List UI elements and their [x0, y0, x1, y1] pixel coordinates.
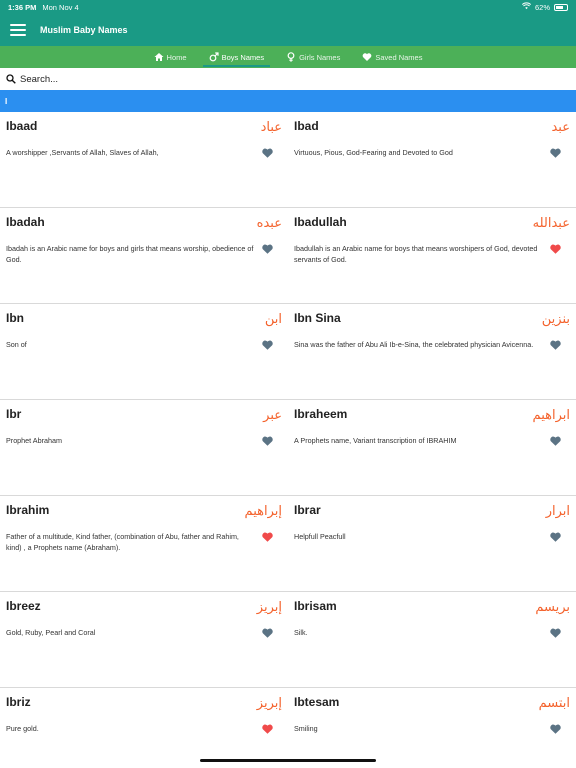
hamburger-menu-icon[interactable] [10, 24, 26, 36]
heart-icon[interactable] [549, 339, 562, 351]
heart-icon[interactable] [261, 435, 274, 447]
name-title: Ibrar [294, 503, 321, 517]
name-card[interactable]: Ibaad عباد A worshipper ,Servants of All… [0, 112, 288, 208]
arabic-name: عبد [551, 120, 570, 135]
tab-girls-names[interactable]: Girls Names [276, 46, 350, 68]
arabic-name: ابن [264, 312, 282, 327]
heart-icon [362, 53, 372, 61]
name-meaning: Son of [6, 340, 27, 349]
home-icon [154, 53, 164, 61]
heart-icon[interactable] [549, 531, 562, 543]
heart-icon[interactable] [549, 147, 562, 159]
name-meaning: Pure gold. [6, 724, 39, 733]
search-bar [0, 68, 576, 90]
heart-icon[interactable] [261, 531, 274, 543]
arabic-name: إبراهيم [244, 504, 282, 519]
status-date: Mon Nov 4 [42, 2, 79, 12]
name-card[interactable]: Ibrisam بريسم Silk. [288, 592, 576, 688]
arabic-name: بريسم [535, 600, 570, 615]
name-title: Ibadullah [294, 215, 347, 229]
tab-boys-names[interactable]: Boys Names [199, 46, 275, 68]
name-title: Ibn Sina [294, 311, 341, 325]
arabic-name: عبده [256, 216, 282, 231]
male-icon [209, 52, 219, 62]
name-card[interactable]: Ibn ابن Son of [0, 304, 288, 400]
heart-icon[interactable] [261, 147, 274, 159]
nav-tabs: Home Boys Names Girls Names Saved Names [0, 46, 576, 68]
heart-icon[interactable] [549, 243, 562, 255]
heart-icon[interactable] [261, 627, 274, 639]
app-header: Muslim Baby Names [0, 14, 576, 46]
battery-percent: 62% [534, 2, 550, 12]
name-meaning: Silk. [294, 628, 308, 637]
name-card[interactable]: Ibadah عبده Ibadah is an Arabic name for… [0, 208, 288, 304]
name-meaning: A worshipper ,Servants of Allah, Slaves … [6, 148, 159, 157]
name-meaning: Smiling [294, 724, 318, 733]
wifi-icon [521, 2, 532, 12]
heart-icon[interactable] [261, 723, 274, 735]
name-meaning: Sina was the father of Abu Ali Ib-e-Sina… [294, 340, 534, 349]
name-meaning: Helpfull Peacfull [294, 532, 346, 541]
tab-saved-names[interactable]: Saved Names [352, 46, 432, 68]
name-card[interactable]: Ibadullah عبدالله Ibadullah is an Arabic… [288, 208, 576, 304]
heart-icon[interactable] [549, 723, 562, 735]
name-title: Ibriz [6, 695, 31, 709]
name-meaning: A Prophets name, Variant transcription o… [294, 436, 457, 445]
name-meaning: Virtuous, Pious, God-Fearing and Devoted… [294, 148, 453, 157]
heart-icon[interactable] [549, 627, 562, 639]
tab-label: Saved Names [375, 52, 423, 62]
arabic-name: عبر [263, 408, 282, 423]
name-card[interactable]: Ibtesam ابتسم Smiling [288, 688, 576, 768]
home-indicator [200, 759, 376, 762]
name-title: Ibn [6, 311, 24, 325]
search-input[interactable] [20, 73, 220, 85]
arabic-name: بنزين [541, 312, 570, 327]
battery-icon [554, 3, 568, 11]
name-title: Ibrahim [6, 503, 50, 517]
letter-section-header: I [0, 90, 576, 112]
search-icon [6, 74, 16, 84]
name-title: Ibrisam [294, 599, 337, 613]
tab-label: Home [166, 52, 187, 62]
female-icon [287, 52, 295, 62]
name-card[interactable]: Ibriz إبريز Pure gold. [0, 688, 288, 768]
name-card[interactable]: Ibraheem ابراهيم A Prophets name, Varian… [288, 400, 576, 496]
name-meaning: Ibadah is an Arabic name for boys and gi… [6, 244, 254, 264]
arabic-name: عباد [260, 120, 282, 135]
arabic-name: ابراهيم [532, 408, 570, 423]
app-title: Muslim Baby Names [40, 25, 128, 35]
arabic-name: ابتسم [538, 696, 570, 711]
name-meaning: Prophet Abraham [6, 436, 62, 445]
name-title: Ibr [6, 407, 22, 421]
arabic-name: إبريز [256, 600, 282, 615]
tab-label: Girls Names [299, 52, 341, 62]
tab-home[interactable]: Home [144, 46, 197, 68]
name-title: Ibadah [6, 215, 45, 229]
name-title: Ibraheem [294, 407, 348, 421]
name-title: Ibad [294, 119, 319, 133]
arabic-name: ابرار [545, 504, 570, 519]
name-card[interactable]: Ibad عبد Virtuous, Pious, God-Fearing an… [288, 112, 576, 208]
arabic-name: إبريز [256, 696, 282, 711]
name-title: Ibaad [6, 119, 38, 133]
name-meaning: Ibadullah is an Arabic name for boys tha… [294, 244, 538, 264]
name-meaning: Father of a multitude, Kind father, (com… [6, 532, 239, 552]
name-card[interactable]: Ibr عبر Prophet Abraham [0, 400, 288, 496]
status-bar: 1:36 PM Mon Nov 4 62% [0, 0, 576, 14]
name-card[interactable]: Ibrahim إبراهيم Father of a multitude, K… [0, 496, 288, 592]
name-title: Ibtesam [294, 695, 340, 709]
name-card[interactable]: Ibn Sina بنزين Sina was the father of Ab… [288, 304, 576, 400]
name-card[interactable]: Ibreez إبريز Gold, Ruby, Pearl and Coral [0, 592, 288, 688]
name-title: Ibreez [6, 599, 41, 613]
heart-icon[interactable] [261, 339, 274, 351]
tab-label: Boys Names [221, 52, 265, 62]
name-card[interactable]: Ibrar ابرار Helpfull Peacfull [288, 496, 576, 592]
section-letter: I [5, 96, 8, 106]
heart-icon[interactable] [261, 243, 274, 255]
name-meaning: Gold, Ruby, Pearl and Coral [6, 628, 96, 637]
heart-icon[interactable] [549, 435, 562, 447]
status-time: 1:36 PM [8, 2, 37, 12]
arabic-name: عبدالله [532, 216, 570, 231]
names-grid: Ibaad عباد A worshipper ,Servants of All… [0, 112, 576, 768]
